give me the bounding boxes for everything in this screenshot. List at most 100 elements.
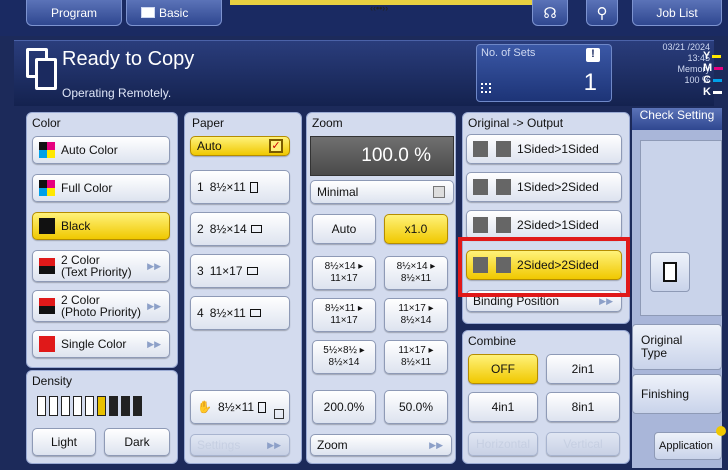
zoom-more-label: Zoom bbox=[317, 438, 348, 452]
bypass-tray-button[interactable]: ✋ 8½×11 bbox=[190, 390, 290, 424]
density-bar bbox=[109, 396, 118, 416]
combine-8in1-label: 8in1 bbox=[571, 400, 595, 414]
paper-settings-button[interactable]: Settings ▶▶ bbox=[190, 434, 290, 456]
check-setting-label: Check Setting bbox=[639, 108, 715, 122]
two-color-text-button[interactable]: 2 Color (Text Priority) ▶▶ bbox=[32, 250, 170, 282]
basic-tab[interactable]: Basic bbox=[126, 0, 222, 26]
time-text: 13:45 bbox=[687, 53, 710, 63]
original-type-label: Original Type bbox=[641, 333, 683, 360]
tray-size: 11×17 bbox=[209, 264, 243, 278]
tray-2-button[interactable]: 2 8½×14 bbox=[190, 212, 290, 246]
toner-c: C bbox=[703, 74, 711, 86]
expand-icon: ▶▶ bbox=[147, 261, 161, 271]
zoom-x1-button[interactable]: x1.0 bbox=[384, 214, 448, 244]
preview-button[interactable] bbox=[650, 252, 690, 292]
vertical-button[interactable]: Vertical bbox=[546, 432, 620, 456]
horizontal-button[interactable]: Horizontal bbox=[468, 432, 538, 456]
remote-icon[interactable]: ☊ bbox=[532, 0, 568, 26]
memory-value: 100 % bbox=[684, 75, 710, 85]
tray-icon bbox=[274, 409, 284, 419]
duplex-1-2-button[interactable]: 1Sided>2Sided bbox=[466, 172, 622, 202]
paper-auto-button[interactable]: Auto ✓ bbox=[190, 136, 290, 156]
bypass-hand-icon: ✋ bbox=[197, 400, 212, 414]
two-color-text-label: 2 Color (Text Priority) bbox=[61, 253, 132, 279]
combine-off-label: OFF bbox=[491, 362, 515, 376]
notification-dot-icon bbox=[716, 426, 726, 436]
duplex-icon bbox=[473, 179, 511, 195]
zoom-preset-button[interactable]: 5½×8½ ▸ 8½×14 bbox=[312, 340, 376, 374]
zoom-200-button[interactable]: 200.0% bbox=[312, 390, 376, 424]
zoom-preset-label: 8½×14 ▸ 11×17 bbox=[324, 261, 364, 284]
combine-8in1-button[interactable]: 8in1 bbox=[546, 392, 620, 422]
zoom-preset-button[interactable]: 11×17 ▸ 8½×11 bbox=[384, 340, 448, 374]
density-scale[interactable] bbox=[37, 396, 142, 416]
density-bar bbox=[37, 396, 46, 416]
full-color-button[interactable]: Full Color bbox=[32, 174, 170, 202]
density-bar bbox=[85, 396, 94, 416]
two-color-text-icon bbox=[39, 258, 55, 274]
dark-button[interactable]: Dark bbox=[104, 428, 170, 456]
duplex-2-1-label: 2Sided>1Sided bbox=[517, 218, 599, 232]
search-icon[interactable]: ⚲ bbox=[586, 0, 618, 26]
combine-title: Combine bbox=[468, 334, 517, 348]
basic-label: Basic bbox=[159, 5, 189, 20]
combine-off-button[interactable]: OFF bbox=[468, 354, 538, 384]
duplex-1-2-label: 1Sided>2Sided bbox=[517, 180, 599, 194]
zoom-auto-button[interactable]: Auto bbox=[312, 214, 376, 244]
zoom-preset-button[interactable]: 8½×14 ▸ 11×17 bbox=[312, 256, 376, 290]
duplex-1-1-button[interactable]: 1Sided>1Sided bbox=[466, 134, 622, 164]
combine-4in1-button[interactable]: 4in1 bbox=[468, 392, 538, 422]
check-setting-tab[interactable]: Check Setting bbox=[632, 108, 722, 130]
zoom-preset-button[interactable]: 8½×11 ▸ 11×17 bbox=[312, 298, 376, 332]
duplex-2-1-button[interactable]: 2Sided>1Sided bbox=[466, 210, 622, 240]
expand-icon: ▶▶ bbox=[429, 439, 443, 450]
single-color-button[interactable]: Single Color ▶▶ bbox=[32, 330, 170, 358]
memory-label: Memory bbox=[677, 64, 710, 74]
black-button[interactable]: Black bbox=[32, 212, 170, 240]
portrait-icon bbox=[258, 401, 267, 413]
zoom-preset-label: 11×17 ▸ 8½×11 bbox=[398, 345, 434, 368]
tray-size: 8½×11 bbox=[209, 180, 246, 194]
zoom-200-label: 200.0% bbox=[323, 400, 365, 414]
program-button[interactable]: Program bbox=[26, 0, 122, 26]
zoom-display: 100.0 % bbox=[310, 136, 454, 176]
status-subtitle: Operating Remotely. bbox=[62, 86, 172, 100]
light-button[interactable]: Light bbox=[32, 428, 96, 456]
minimal-label: Minimal bbox=[317, 185, 359, 199]
density-bar bbox=[73, 396, 82, 416]
zoom-preset-button[interactable]: 8½×14 ▸ 8½×11 bbox=[384, 256, 448, 290]
toner-k: K bbox=[703, 86, 711, 98]
paper-title: Paper bbox=[192, 116, 225, 130]
tray-3-button[interactable]: 3 11×17 bbox=[190, 254, 290, 288]
copy-icon-front bbox=[35, 58, 57, 90]
bypass-size: 8½×11 bbox=[217, 400, 255, 414]
tray-4-button[interactable]: 4 8½×11 bbox=[190, 296, 290, 330]
two-color-photo-label: 2 Color (Photo Priority) bbox=[61, 293, 142, 319]
auto-color-button[interactable]: Auto Color bbox=[32, 136, 170, 164]
sets-value: 1 bbox=[583, 69, 597, 96]
density-bar bbox=[49, 396, 58, 416]
alert-icon: ! bbox=[586, 48, 600, 62]
zoom-50-button[interactable]: 50.0% bbox=[384, 390, 448, 424]
two-color-photo-button[interactable]: 2 Color (Photo Priority) ▶▶ bbox=[32, 290, 170, 322]
original-type-button[interactable]: Original Type bbox=[632, 324, 722, 370]
status-title: Ready to Copy bbox=[62, 48, 195, 70]
tray-1-button[interactable]: 1 8½×11 bbox=[190, 170, 290, 204]
paper-auto-label: Auto bbox=[197, 139, 222, 153]
handle-icon[interactable]: ‹‹••›› bbox=[370, 3, 388, 13]
combine-2in1-button[interactable]: 2in1 bbox=[546, 354, 620, 384]
zoom-x1-label: x1.0 bbox=[404, 222, 428, 236]
program-label: Program bbox=[50, 5, 97, 20]
finishing-button[interactable]: Finishing bbox=[632, 374, 722, 414]
vertical-label: Vertical bbox=[563, 437, 603, 451]
minimal-button[interactable]: Minimal bbox=[310, 180, 454, 204]
zoom-preset-label: 11×17 ▸ 8½×14 bbox=[398, 303, 434, 326]
toner-m: M bbox=[703, 62, 713, 74]
zoom-more-button[interactable]: Zoom ▶▶ bbox=[310, 434, 452, 456]
zoom-preset-button[interactable]: 11×17 ▸ 8½×14 bbox=[384, 298, 448, 332]
application-button[interactable]: Application bbox=[654, 432, 722, 460]
job-list-button[interactable]: Job List bbox=[632, 0, 722, 26]
checkbox-icon bbox=[433, 186, 445, 198]
output-title: Original -> Output bbox=[468, 116, 564, 130]
sets-label: No. of Sets bbox=[481, 47, 536, 59]
